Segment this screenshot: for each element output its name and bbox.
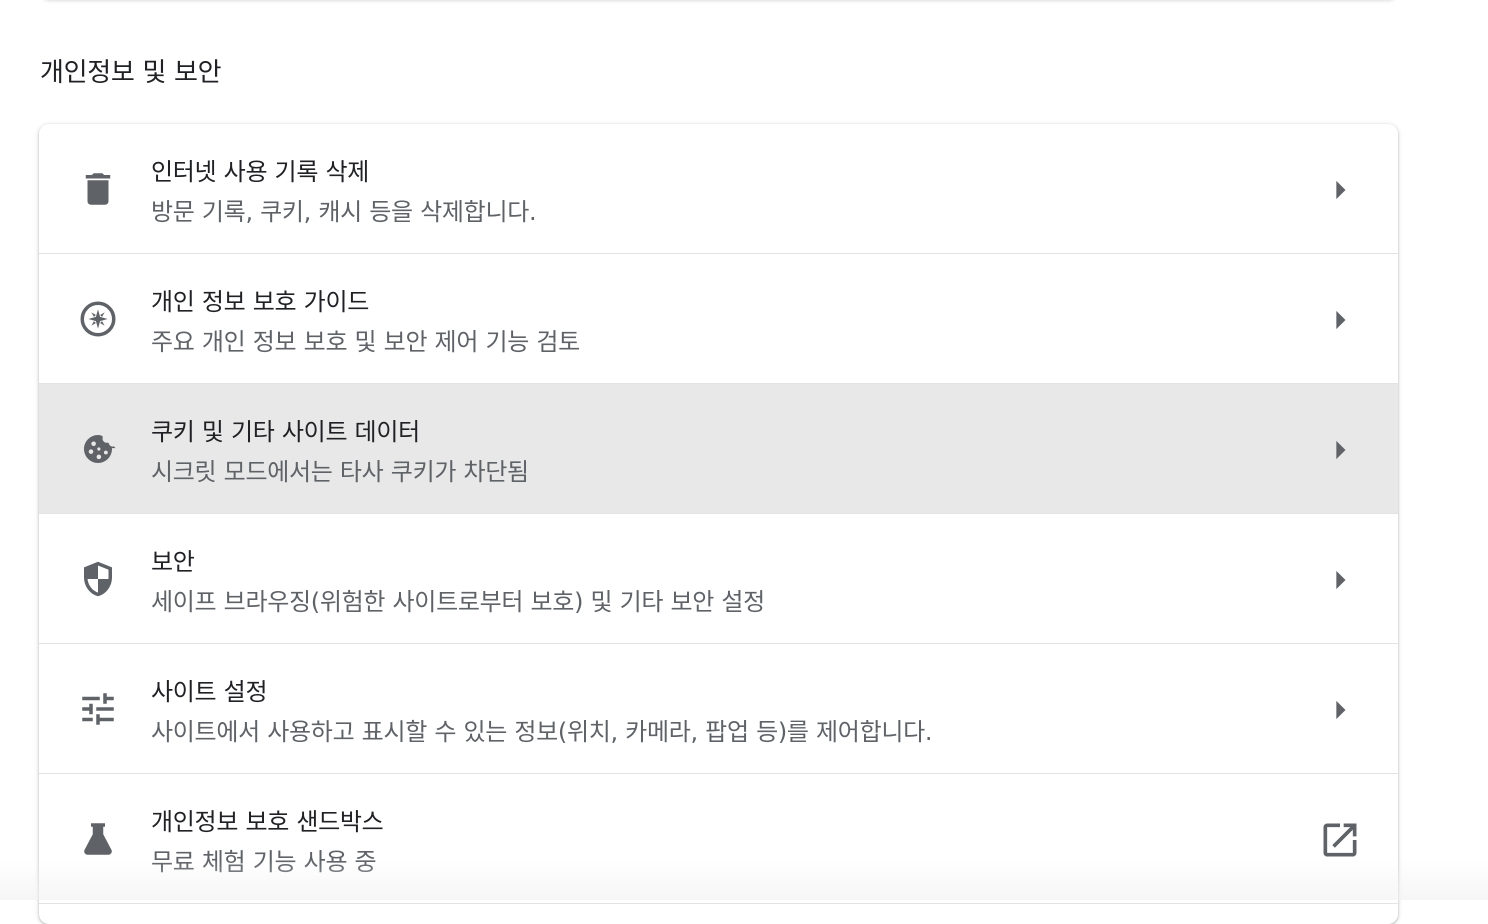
row-label: 인터넷 사용 기록 삭제 bbox=[151, 158, 370, 186]
privacy-security-card: 인터넷 사용 기록 삭제 방문 기록, 쿠키, 캐시 등을 삭제합니다. 개인 … bbox=[39, 124, 1398, 924]
row-label: 개인정보 보호 샌드박스 bbox=[151, 808, 384, 836]
row-privacy-guide[interactable]: 개인 정보 보호 가이드 주요 개인 정보 보호 및 보안 제어 기능 검토 bbox=[39, 254, 1398, 384]
row-label: 쿠키 및 기타 사이트 데이터 bbox=[151, 418, 420, 446]
row-sublabel: 방문 기록, 쿠키, 캐시 등을 삭제합니다. bbox=[151, 198, 537, 226]
arrow-right-icon[interactable] bbox=[1318, 558, 1362, 602]
row-site-settings[interactable]: 사이트 설정 사이트에서 사용하고 표시할 수 있는 정보(위치, 카메라, 팝… bbox=[39, 644, 1398, 774]
arrow-right-icon[interactable] bbox=[1318, 298, 1362, 342]
row-sublabel: 세이프 브라우징(위험한 사이트로부터 보호) 및 기타 보안 설정 bbox=[151, 588, 765, 616]
arrow-right-icon[interactable] bbox=[1318, 428, 1362, 472]
arrow-right-icon[interactable] bbox=[1318, 168, 1362, 212]
tune-icon bbox=[77, 688, 119, 730]
row-label: 사이트 설정 bbox=[151, 678, 268, 706]
section-title: 개인정보 및 보안 bbox=[40, 58, 222, 88]
open-in-new-icon[interactable] bbox=[1318, 818, 1362, 862]
shield-icon bbox=[77, 558, 119, 600]
row-label: 개인 정보 보호 가이드 bbox=[151, 288, 370, 316]
row-privacy-sandbox[interactable]: 개인정보 보호 샌드박스 무료 체험 기능 사용 중 bbox=[39, 774, 1398, 904]
row-label: 보안 bbox=[151, 548, 195, 576]
row-clear-browsing-data[interactable]: 인터넷 사용 기록 삭제 방문 기록, 쿠키, 캐시 등을 삭제합니다. bbox=[39, 124, 1398, 254]
row-security[interactable]: 보안 세이프 브라우징(위험한 사이트로부터 보호) 및 기타 보안 설정 bbox=[39, 514, 1398, 644]
trash-icon bbox=[77, 168, 119, 210]
row-sublabel: 주요 개인 정보 보호 및 보안 제어 기능 검토 bbox=[151, 328, 580, 356]
cookie-icon bbox=[77, 428, 119, 470]
row-sublabel: 사이트에서 사용하고 표시할 수 있는 정보(위치, 카메라, 팝업 등)를 제… bbox=[151, 718, 933, 746]
compass-icon bbox=[77, 298, 119, 340]
arrow-right-icon[interactable] bbox=[1318, 688, 1362, 732]
row-sublabel: 무료 체험 기능 사용 중 bbox=[151, 848, 377, 876]
row-sublabel: 시크릿 모드에서는 타사 쿠키가 차단됨 bbox=[151, 458, 529, 486]
row-cookies[interactable]: 쿠키 및 기타 사이트 데이터 시크릿 모드에서는 타사 쿠키가 차단됨 bbox=[39, 384, 1398, 514]
flask-icon bbox=[77, 818, 119, 860]
